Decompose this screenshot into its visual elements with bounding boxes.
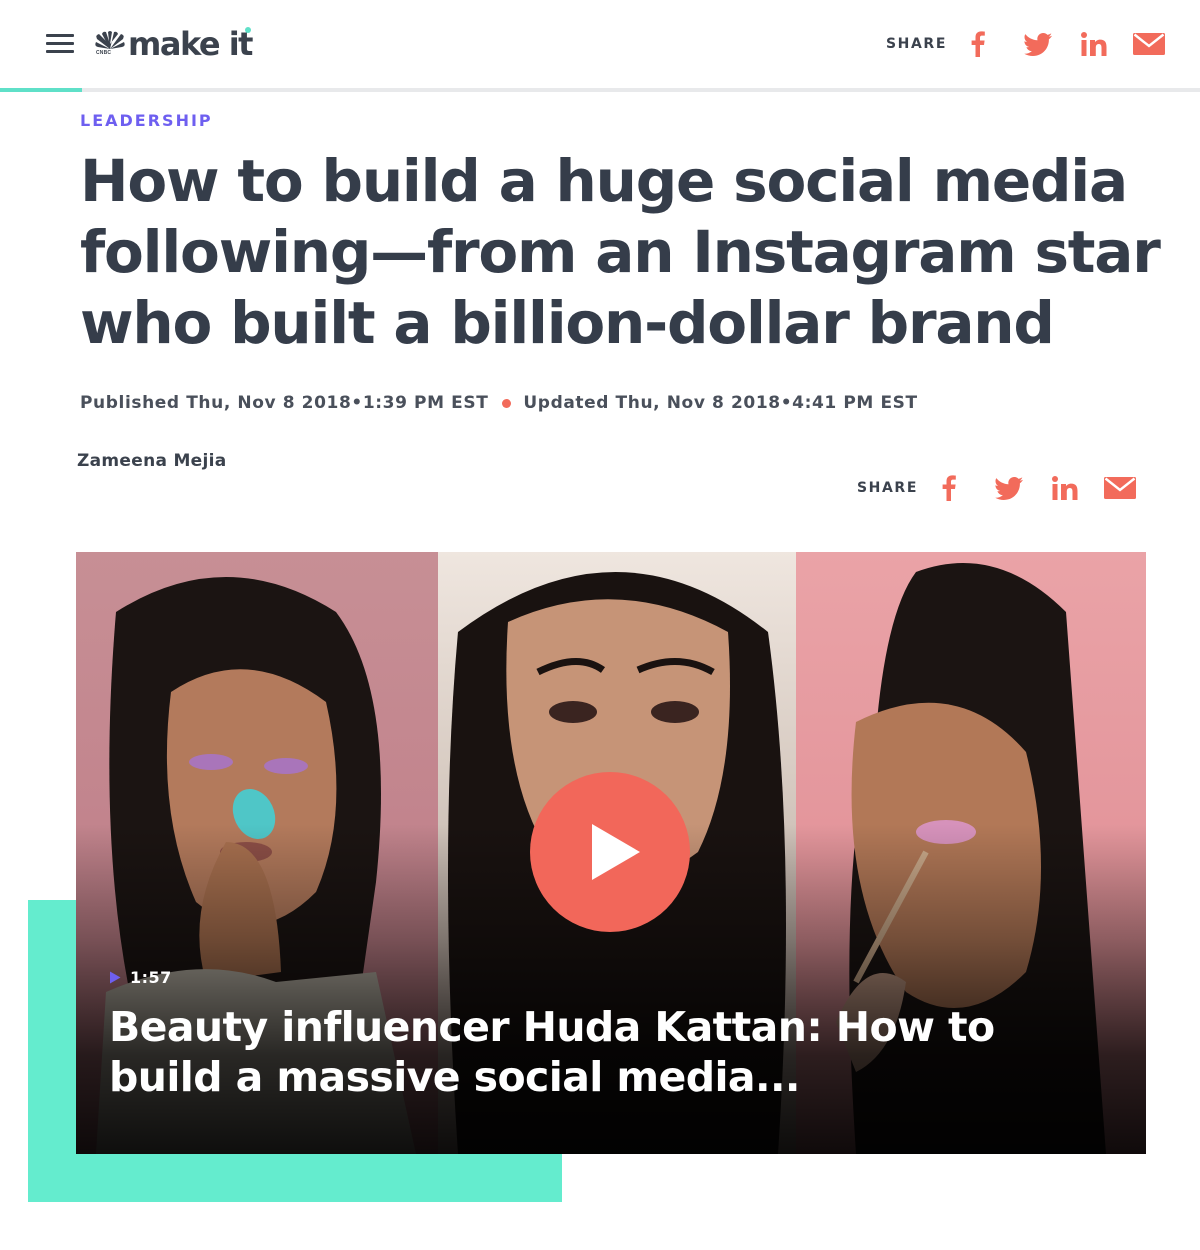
linkedin-icon[interactable] bbox=[1079, 32, 1109, 56]
play-button[interactable] bbox=[530, 772, 690, 932]
menu-line bbox=[46, 42, 74, 45]
play-icon bbox=[592, 824, 640, 880]
section-kicker-link[interactable]: LEADERSHIP bbox=[80, 111, 213, 130]
article-dateline: Published Thu, Nov 8 2018•1:39 PM EST Up… bbox=[80, 393, 918, 413]
facebook-icon[interactable] bbox=[969, 31, 987, 57]
make-it-wordmark: make it bbox=[128, 25, 253, 63]
updated-time: Updated Thu, Nov 8 2018•4:41 PM EST bbox=[523, 393, 918, 413]
header-accent-bar bbox=[0, 88, 82, 92]
menu-line bbox=[46, 50, 74, 53]
menu-line bbox=[46, 34, 74, 37]
share-label: SHARE bbox=[857, 480, 918, 496]
play-triangle-icon bbox=[109, 971, 121, 984]
article-headline: How to build a huge social media followi… bbox=[80, 147, 1161, 357]
logo-dot-accent bbox=[245, 27, 251, 33]
twitter-icon[interactable] bbox=[1023, 32, 1053, 56]
date-separator-dot bbox=[502, 398, 512, 408]
article-share-bar: SHARE bbox=[857, 472, 1136, 504]
header-divider bbox=[0, 88, 1200, 92]
header-share-bar: SHARE bbox=[886, 28, 1165, 60]
linkedin-icon[interactable] bbox=[1050, 476, 1080, 500]
cnbc-wordmark: CNBC bbox=[96, 50, 112, 56]
video-player[interactable]: 1:57 Beauty influencer Huda Kattan: How … bbox=[76, 552, 1146, 1154]
share-label: SHARE bbox=[886, 36, 947, 52]
author-link[interactable]: Zameena Mejia bbox=[77, 451, 227, 471]
hamburger-menu-icon[interactable] bbox=[46, 32, 74, 54]
mail-icon[interactable] bbox=[1103, 477, 1136, 499]
mail-icon[interactable] bbox=[1132, 33, 1165, 55]
duration-text: 1:57 bbox=[130, 968, 172, 987]
video-title-link[interactable]: Beauty influencer Huda Kattan: How to bu… bbox=[109, 1002, 1119, 1102]
nbc-peacock-icon: CNBC bbox=[94, 31, 126, 57]
site-header: CNBC make it SHARE bbox=[0, 0, 1200, 88]
video-duration: 1:57 bbox=[109, 968, 172, 987]
facebook-icon[interactable] bbox=[940, 475, 958, 501]
twitter-icon[interactable] bbox=[994, 476, 1024, 500]
make-it-logo[interactable]: CNBC make it bbox=[94, 25, 253, 63]
published-time: Published Thu, Nov 8 2018•1:39 PM EST bbox=[80, 393, 489, 413]
